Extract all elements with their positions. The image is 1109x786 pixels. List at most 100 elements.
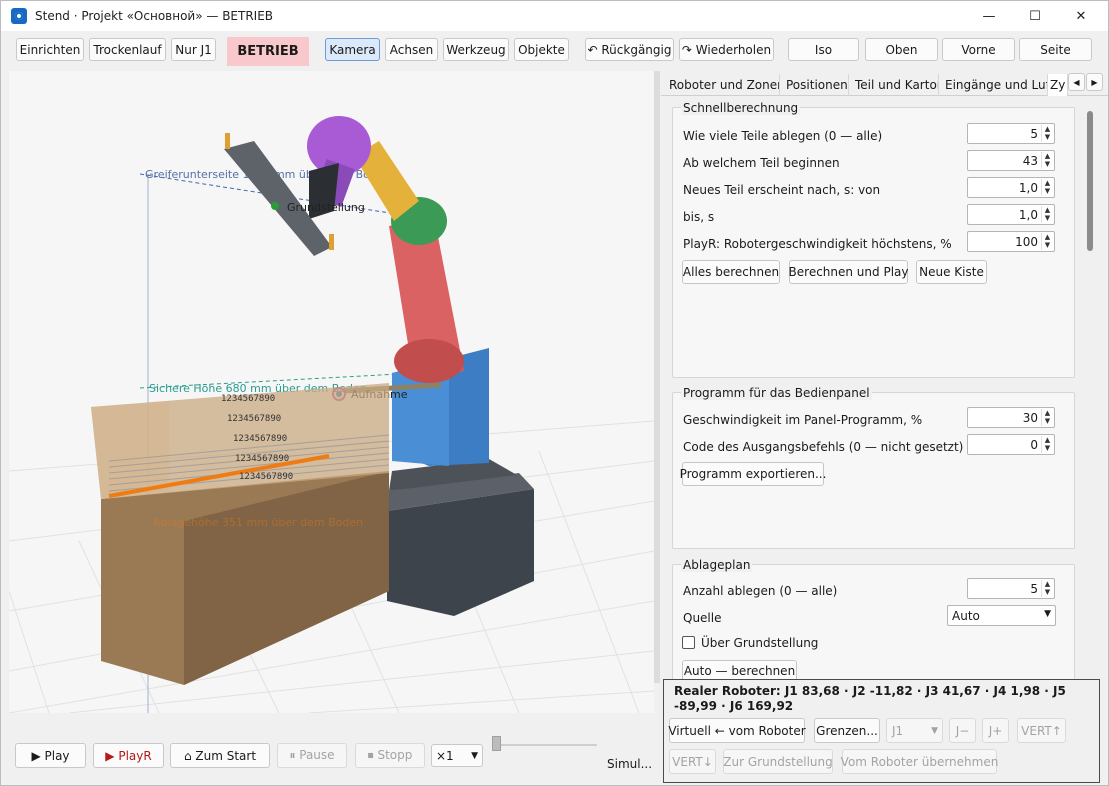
timeline-slider[interactable] [493,744,597,746]
panel-program-title: Programm für das Bedienpanel [681,386,872,400]
tabs-scroll-right-button[interactable]: ▶ [1086,73,1103,91]
spin-arrows-icon[interactable]: ▲ ▼ [1041,233,1053,250]
mode-dryrun-button[interactable]: Trockenlauf [89,38,166,61]
quick-from-spinbox[interactable]: 1,0 ▲ ▼ [967,177,1055,198]
export-program-button[interactable]: Programm exportieren... [680,462,826,486]
vert-up-button[interactable]: VERT↑ [1017,718,1066,743]
tab-cycle[interactable]: Zy [1048,74,1068,96]
mode-setup-button[interactable]: Einrichten [16,38,84,61]
placement-title: Ablageplan [681,558,753,572]
source-select[interactable]: Auto ▼ [947,605,1056,626]
placement-count-spinbox[interactable]: 5 ▲ ▼ [967,578,1055,599]
quick-calc-group: Schnellberechnung Wie viele Teile ablege… [672,101,1075,378]
to-home-button[interactable]: Zur Grundstellung [723,749,833,774]
tab-camera[interactable]: Kamera [325,38,380,61]
joint-minus-button[interactable]: J− [949,718,976,743]
spin-arrows-icon[interactable]: ▲ ▼ [1041,436,1053,453]
svg-text:1234567890: 1234567890 [227,414,281,424]
scene-canvas: Greiferunterseite 1100 mm über dem Boden… [9,116,654,713]
calc-and-play-button[interactable]: Berechnen und Play [789,260,908,284]
spin-arrows-icon[interactable]: ▲ ▼ [1041,409,1053,426]
tab-inputs-air[interactable]: Eingänge und Luft [939,74,1048,96]
tab-axes[interactable]: Achsen [385,38,438,61]
svg-text:1234567890: 1234567890 [233,434,287,444]
speed-select[interactable]: ×1 ▼ [431,744,483,767]
limits-button[interactable]: Grenzen... [814,718,880,743]
undo-button[interactable]: ↶ Rückgängig [585,38,674,61]
tab-robot-zones[interactable]: Roboter und Zonen [663,74,780,96]
stop-button[interactable]: ⏹ Stopp [355,743,425,768]
maximize-button[interactable]: ☐ [1012,1,1058,31]
tab-positions[interactable]: Positionen [780,74,849,96]
spin-arrows-icon[interactable]: ▲ ▼ [1041,580,1053,597]
view-top-button[interactable]: Oben [865,38,938,61]
settings-scrollbar[interactable] [1087,111,1093,251]
virtual-from-robot-button[interactable]: Virtuell ← vom Roboter [668,718,806,743]
tab-objects[interactable]: Objekte [514,38,569,61]
quick-row-label: bis, s [683,210,715,224]
splitter[interactable] [654,71,660,683]
speed-value: ×1 [436,748,454,763]
quick-speed-spinbox[interactable]: 100 ▲ ▼ [967,231,1055,252]
source-value: Auto [952,609,980,623]
mode-j1-button[interactable]: Nur J1 [171,38,216,61]
chevron-down-icon: ▼ [931,725,938,736]
spin-value: 5 [1030,127,1038,141]
spin-value: 1,0 [1018,181,1038,195]
home-point-marker [271,202,279,210]
tab-tool[interactable]: Werkzeug [443,38,509,61]
close-button[interactable]: ✕ [1058,1,1104,31]
app-gear-icon [11,8,27,24]
over-home-checkbox[interactable] [682,636,695,649]
spin-value: 1,0 [1018,208,1038,222]
app-window: Stend · Projekt «Основной» — BETRIEB — ☐… [0,0,1109,786]
tabs-scroll-left-button[interactable]: ◀ [1068,73,1085,91]
main-toolbar: Einrichten Trockenlauf Nur J1 BETRIEB Ka… [1,31,1108,71]
spin-arrows-icon[interactable]: ▲ ▼ [1041,152,1053,169]
quick-row-label: PlayR: Robotergeschwindigkeit höchstens,… [683,237,952,251]
quick-calc-title: Schnellberechnung [681,101,801,115]
view-front-button[interactable]: Vorne [942,38,1015,61]
3d-viewport[interactable]: Greiferunterseite 1100 mm über dem Boden… [9,71,654,713]
view-side-button[interactable]: Seite [1019,38,1092,61]
place-height-label: Ablagehöhe 351 mm über dem Boden [153,516,363,529]
pause-button[interactable]: ⏸ Pause [277,743,347,768]
panel-speed-spinbox[interactable]: 30 ▲ ▼ [967,407,1055,428]
placement-count-label: Anzahl ablegen (0 — alle) [683,584,838,598]
quick-count-spinbox[interactable]: 5 ▲ ▼ [967,123,1055,144]
new-box-button[interactable]: Neue Kiste [916,260,987,284]
settings-panel: Roboter und Zonen Positionen Teil und Ka… [661,71,1108,683]
panel-row-label: Code des Ausgangsbefehls (0 — nicht gese… [683,440,964,454]
tab-part-box[interactable]: Teil und Karton [849,74,939,96]
to-start-button[interactable]: ⌂ Zum Start [170,743,270,768]
playr-button[interactable]: ▶ PlayR [93,743,164,768]
view-iso-button[interactable]: Iso [788,38,859,61]
redo-button[interactable]: ↷ Wiederholen [679,38,774,61]
spin-arrows-icon[interactable]: ▲ ▼ [1041,125,1053,142]
spin-arrows-icon[interactable]: ▲ ▼ [1041,179,1053,196]
quick-to-spinbox[interactable]: 1,0 ▲ ▼ [967,204,1055,225]
quick-row-label: Neues Teil erscheint nach, s: von [683,183,881,197]
close-icon: ✕ [1075,8,1087,24]
spin-value: 5 [1030,582,1038,596]
svg-text:1234567890: 1234567890 [239,472,293,482]
quick-start-spinbox[interactable]: 43 ▲ ▼ [967,150,1055,171]
minimize-button[interactable]: — [966,1,1012,31]
mode-badge: BETRIEB [227,37,309,66]
settings-tabs: Roboter und Zonen Positionen Teil und Ka… [661,71,1108,96]
output-code-spinbox[interactable]: 0 ▲ ▼ [967,434,1055,455]
real-robot-readout: Realer Roboter: J1 83,68 · J2 -11,82 · J… [674,684,1066,713]
play-button[interactable]: ▶ Play [15,743,86,768]
joint-value: J1 [892,723,904,738]
svg-text:1234567890: 1234567890 [235,454,289,464]
calc-all-button[interactable]: Alles berechnen [682,260,780,284]
spin-arrows-icon[interactable]: ▲ ▼ [1041,206,1053,223]
source-label: Quelle [683,611,722,625]
storage-box: 1234567890 1234567890 1234567890 1234567… [91,383,390,685]
joint-plus-button[interactable]: J+ [982,718,1009,743]
take-from-robot-button[interactable]: Vom Roboter übernehmen [841,749,998,774]
vert-down-button[interactable]: VERT↓ [669,749,716,774]
over-home-label: Über Grundstellung [701,636,819,650]
joint-select[interactable]: J1 ▼ [886,718,943,743]
timeline-slider-handle[interactable] [492,736,501,751]
